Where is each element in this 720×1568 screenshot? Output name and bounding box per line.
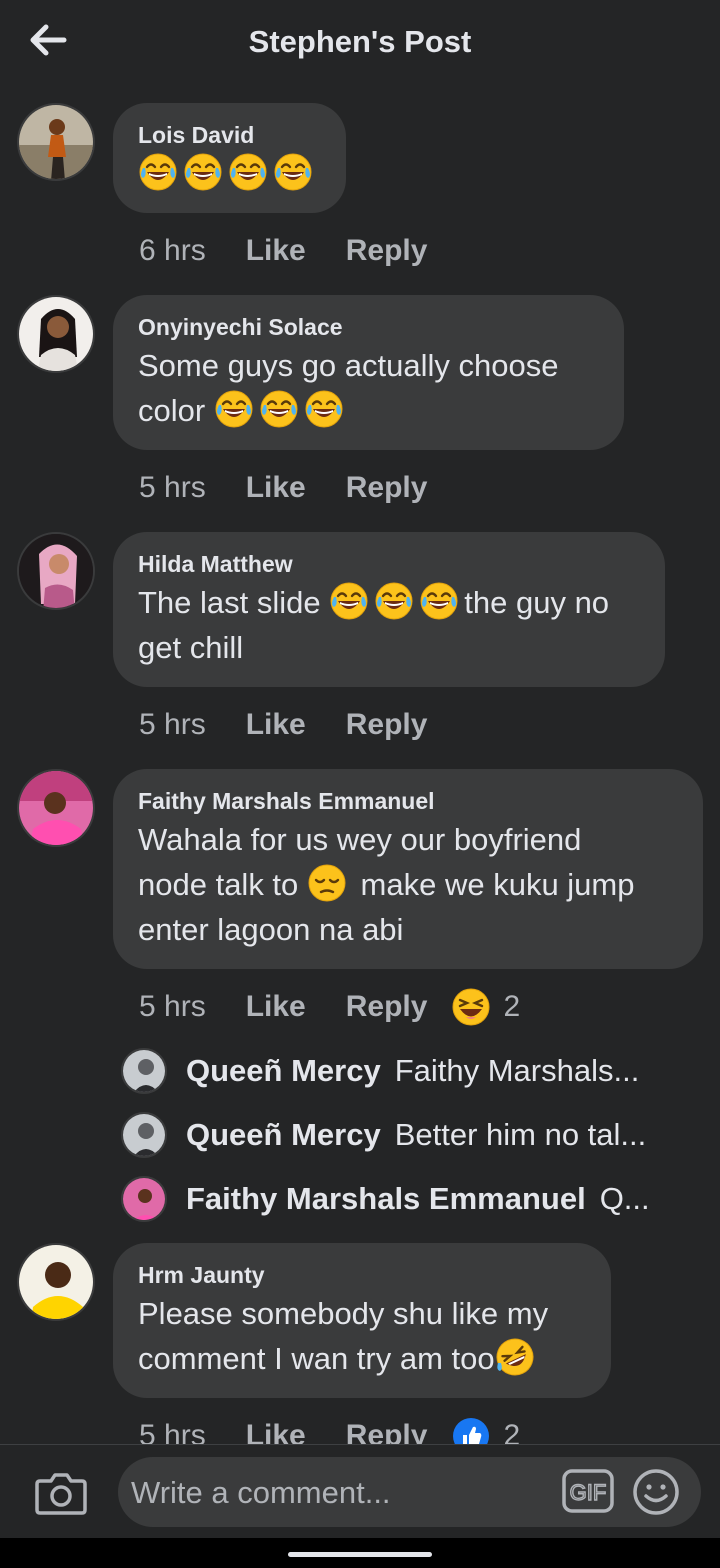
laughing-squint-icon [451, 987, 491, 1027]
comment-author[interactable]: Onyinyechi Solace [138, 313, 598, 341]
comment-actions: 6 hrs Like Reply [139, 231, 427, 271]
tears-of-joy-icon [329, 581, 369, 621]
avatar[interactable] [17, 769, 95, 847]
comment-bubble[interactable]: Onyinyechi Solace Some guys go actually … [113, 295, 624, 450]
like-button[interactable]: Like [246, 234, 306, 268]
comment-time: 5 hrs [139, 471, 206, 504]
comment-text [138, 151, 320, 196]
gif-label: GIF [570, 1480, 607, 1505]
comment-text-fragment: comment I wan try am too [138, 1341, 495, 1376]
avatar[interactable] [17, 295, 95, 373]
reaction-summary[interactable]: 2 [451, 1416, 520, 1444]
pensive-face-icon [307, 863, 347, 903]
comment-bubble[interactable]: Lois David [113, 103, 346, 213]
comment-text: Please somebody shu like my comment I wa… [138, 1291, 585, 1381]
system-navigation-bar [0, 1538, 720, 1568]
comment-time: 5 hrs [139, 990, 206, 1023]
tears-of-joy-icon [304, 389, 344, 429]
avatar [121, 1112, 167, 1158]
comment-text-fragment: color [138, 393, 206, 428]
reply-preview[interactable]: Queeñ Mercy Faithy Marshals... [121, 1047, 701, 1095]
tears-of-joy-icon [183, 152, 223, 192]
like-button[interactable]: Like [246, 471, 306, 505]
comment-text-line: comment I wan try am too [138, 1336, 585, 1381]
reply-button[interactable]: Reply [346, 1419, 428, 1444]
comment-author[interactable]: Faithy Marshals Emmanuel [138, 787, 677, 815]
tears-of-joy-icon [419, 581, 459, 621]
reply-button[interactable]: Reply [346, 471, 428, 505]
thumbs-up-icon [451, 1416, 491, 1444]
comment-text-fragment: the guy no [464, 585, 610, 620]
reaction-summary[interactable]: 2 [451, 987, 520, 1027]
comment-list[interactable]: Lois David 6 hrs Like Reply Onyinyechi S… [0, 86, 720, 1444]
comment-text-line: The last slide the guy no [138, 580, 639, 625]
comment-bubble[interactable]: Faithy Marshals Emmanuel Wahala for us w… [113, 769, 703, 969]
comment-text-line: enter lagoon na abi [138, 912, 404, 947]
comment-author[interactable]: Hrm Jaunty [138, 1261, 585, 1289]
comment-text-fragment: node talk to [138, 867, 299, 902]
comment-actions: 5 hrs Like Reply [139, 705, 427, 745]
comment-actions: 5 hrs Like Reply 2 [139, 1416, 520, 1444]
comment-text-line: Some guys go actually choose [138, 348, 559, 383]
comment-text-line: Wahala for us wey our boyfriend [138, 822, 582, 857]
comment-text: The last slide the guy no get chill [138, 580, 639, 670]
comment-author[interactable]: Hilda Matthew [138, 550, 639, 578]
smiley-icon[interactable] [631, 1467, 681, 1517]
reply-preview[interactable]: Queeñ Mercy Better him no tal... [121, 1111, 701, 1159]
reaction-count: 2 [503, 1419, 521, 1444]
comment-text-line: color [138, 388, 598, 433]
comment-text-fragment: The last slide [138, 585, 321, 620]
tears-of-joy-icon [214, 389, 254, 429]
gif-icon[interactable]: GIF [562, 1467, 614, 1515]
comment-time: 5 hrs [139, 708, 206, 741]
comment-author[interactable]: Lois David [138, 121, 320, 149]
avatar [121, 1048, 167, 1094]
comment-text-fragment: make we kuku jump [360, 867, 635, 902]
tears-of-joy-icon [259, 389, 299, 429]
comment-composer: Write a comment... GIF [0, 1444, 720, 1538]
home-gesture-handle[interactable] [288, 1552, 432, 1557]
reply-author: Queeñ Mercy [186, 1053, 381, 1088]
avatar[interactable] [17, 103, 95, 181]
reply-author: Faithy Marshals Emmanuel [186, 1181, 586, 1216]
header: Stephen's Post [0, 0, 720, 86]
comment-text-line: get chill [138, 630, 244, 665]
reaction-count: 2 [503, 990, 521, 1023]
camera-icon[interactable] [34, 1469, 88, 1517]
comment-bubble[interactable]: Hrm Jaunty Please somebody shu like my c… [113, 1243, 611, 1398]
comment-text: Some guys go actually choose color [138, 343, 598, 433]
avatar [121, 1176, 167, 1222]
comment-input[interactable]: Write a comment... GIF [118, 1457, 701, 1527]
reply-button[interactable]: Reply [346, 990, 428, 1024]
tears-of-joy-icon [374, 581, 414, 621]
reply-button[interactable]: Reply [346, 234, 428, 268]
reply-button[interactable]: Reply [346, 708, 428, 742]
tears-of-joy-icon [228, 152, 268, 192]
like-button[interactable]: Like [246, 990, 306, 1024]
comment-text: Wahala for us wey our boyfriend node tal… [138, 817, 677, 952]
comment-time: 5 hrs [139, 1419, 206, 1444]
avatar[interactable] [17, 532, 95, 610]
reply-author: Queeñ Mercy [186, 1117, 381, 1152]
reply-preview[interactable]: Faithy Marshals Emmanuel Q... [121, 1175, 701, 1223]
comment-actions: 5 hrs Like Reply [139, 468, 427, 508]
comment-bubble[interactable]: Hilda Matthew The last slide the guy no … [113, 532, 665, 687]
comment-text-line: Please somebody shu like my [138, 1296, 549, 1331]
comment-input-placeholder: Write a comment... [131, 1475, 391, 1510]
reply-text: Better him no tal... [394, 1117, 647, 1152]
comment-actions: 5 hrs Like Reply 2 [139, 987, 520, 1027]
rolling-on-floor-laughing-icon [495, 1337, 535, 1377]
avatar[interactable] [17, 1243, 95, 1321]
comment-text-line: node talk to make we kuku jump [138, 862, 677, 907]
like-button[interactable]: Like [246, 1419, 306, 1444]
reply-text: Faithy Marshals... [394, 1053, 640, 1088]
page-title: Stephen's Post [248, 24, 472, 59]
tears-of-joy-icon [273, 152, 313, 192]
comment-time: 6 hrs [139, 234, 206, 267]
tears-of-joy-icon [138, 152, 178, 192]
like-button[interactable]: Like [246, 708, 306, 742]
reply-text: Q... [599, 1181, 650, 1216]
